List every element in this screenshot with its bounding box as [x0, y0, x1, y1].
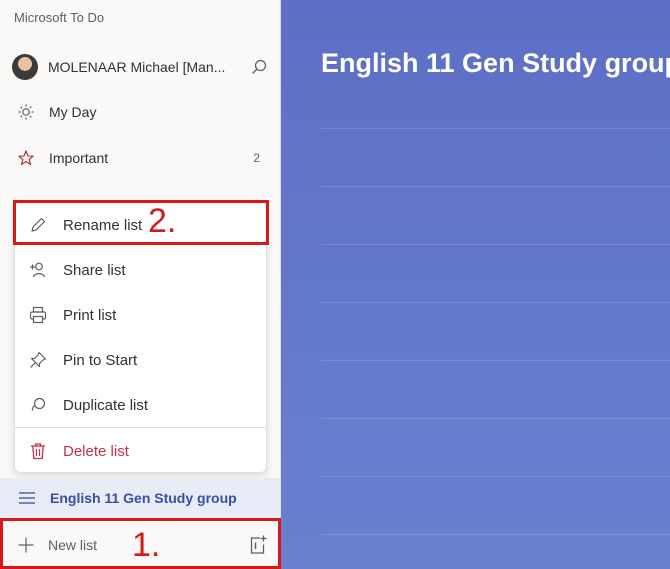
- nav-important[interactable]: Important 2: [0, 138, 280, 178]
- callout-label-1: 1.: [132, 526, 161, 564]
- list-lines-icon: [19, 492, 35, 504]
- printer-icon: [29, 306, 47, 324]
- menu-pin-to-start[interactable]: Pin to Start: [15, 338, 266, 382]
- task-row-divider: [321, 534, 670, 535]
- task-row-divider: [321, 186, 670, 187]
- sun-icon: [18, 104, 34, 120]
- callout-label-2: 2.: [148, 202, 177, 240]
- menu-duplicate-list[interactable]: Duplicate list: [15, 383, 266, 427]
- menu-label: Share list: [63, 261, 126, 279]
- pin-icon: [30, 351, 47, 368]
- sidebar: Microsoft To Do MOLENAAR Michael [Man...…: [0, 0, 281, 569]
- task-row-divider: [321, 244, 670, 245]
- nav-label: My Day: [49, 104, 97, 120]
- menu-delete-list[interactable]: Delete list: [15, 429, 266, 473]
- task-row-divider: [321, 302, 670, 303]
- list-item-english-11[interactable]: English 11 Gen Study group: [0, 478, 280, 518]
- menu-label: Pin to Start: [63, 351, 138, 369]
- menu-divider: [15, 427, 266, 428]
- share-person-icon: [30, 262, 46, 278]
- nav-count: 2: [253, 151, 260, 165]
- task-row-divider: [321, 128, 670, 129]
- callout-rename-box: [13, 200, 269, 245]
- menu-share-list[interactable]: Share list: [15, 248, 266, 292]
- menu-print-list[interactable]: Print list: [15, 293, 266, 337]
- app-title: Microsoft To Do: [14, 10, 105, 25]
- list-title[interactable]: English 11 Gen Study group: [321, 48, 670, 79]
- profile-row[interactable]: MOLENAAR Michael [Man...: [12, 53, 268, 81]
- task-row-divider: [321, 476, 670, 477]
- main-pane: English 11 Gen Study group: [281, 0, 670, 569]
- menu-label: Duplicate list: [63, 396, 149, 414]
- trash-icon: [31, 443, 45, 460]
- duplicate-icon: [31, 397, 46, 411]
- list-label: English 11 Gen Study group: [50, 490, 237, 506]
- task-row-divider: [321, 418, 670, 419]
- menu-label: Delete list: [63, 442, 129, 460]
- search-icon[interactable]: [250, 58, 268, 76]
- profile-name: MOLENAAR Michael [Man...: [48, 59, 226, 75]
- nav-label: Important: [49, 150, 109, 166]
- menu-label: Print list: [63, 306, 117, 324]
- nav-my-day[interactable]: My Day: [0, 92, 280, 132]
- star-icon: [18, 150, 34, 166]
- task-row-divider: [321, 360, 670, 361]
- avatar[interactable]: [12, 54, 38, 80]
